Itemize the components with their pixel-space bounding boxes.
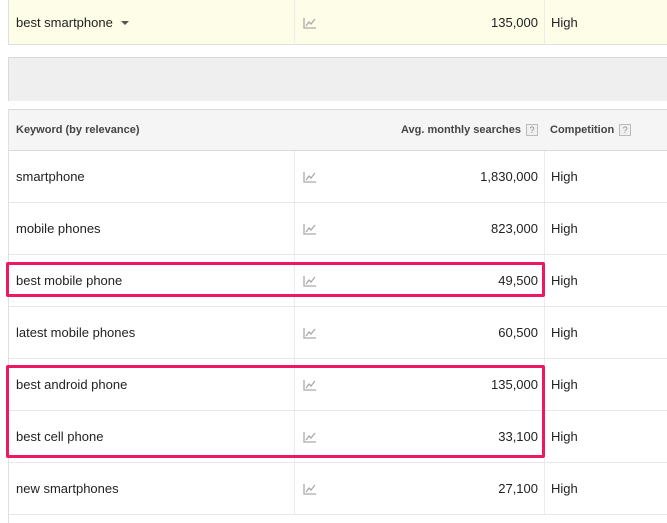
table-row: smartphone 1,830,000 High (9, 151, 667, 203)
header-keyword[interactable]: Keyword (by relevance) (9, 110, 294, 150)
avg-searches-cell: 49,500 (498, 273, 538, 288)
trend-chart-icon[interactable] (303, 275, 317, 287)
table-row: best android phone 135,000 High (9, 359, 667, 411)
avg-searches-cell: 27,100 (498, 481, 538, 496)
searched-keyword-content: best smartphone 135,000 High (9, 0, 667, 45)
keyword-cell[interactable]: smartphone (9, 151, 294, 202)
searched-competition-cell: High (544, 0, 667, 45)
trend-chart-icon[interactable] (303, 327, 317, 339)
caret-down-icon[interactable] (120, 20, 129, 25)
searched-keyword-text: best smartphone (16, 15, 113, 30)
searched-keyword-row: best smartphone 135,000 High (8, 0, 667, 45)
avg-searches-cell: 60,500 (498, 325, 538, 340)
avg-searches-cell: 135,000 (491, 377, 538, 392)
table-header: Keyword (by relevance) Avg. monthly sear… (9, 110, 667, 151)
keyword-cell[interactable]: mobile phones (9, 203, 294, 254)
help-icon[interactable]: ? (619, 124, 632, 136)
avg-searches-cell: 1,830,000 (480, 169, 538, 184)
header-avg[interactable]: Avg. monthly searches ? (369, 110, 544, 150)
avg-searches-cell: 823,000 (491, 221, 538, 236)
keyword-text: best android phone (16, 377, 128, 392)
keyword-text: latest mobile phones (16, 325, 136, 340)
keyword-text: best mobile phone (16, 273, 123, 288)
keyword-ideas-table: Keyword (by relevance) Avg. monthly sear… (8, 109, 667, 523)
keyword-cell[interactable]: latest mobile phones (9, 307, 294, 358)
table-row: latest mobile phones 60,500 High (9, 307, 667, 359)
competition-cell: High (544, 151, 667, 202)
competition-cell: High (544, 307, 667, 358)
section-divider (8, 57, 667, 101)
trend-chart-icon[interactable] (303, 379, 317, 391)
keyword-text: smartphone (16, 169, 85, 184)
competition-cell: High (544, 359, 667, 410)
keyword-text: new smartphones (16, 481, 119, 496)
searched-keyword-cell[interactable]: best smartphone (9, 0, 294, 45)
competition-cell: High (544, 463, 667, 514)
trend-chart-icon[interactable] (303, 171, 317, 183)
table-row: best mobile phone 49,500 High (9, 255, 667, 307)
keyword-cell[interactable]: best android phone (9, 359, 294, 410)
keyword-cell[interactable]: best cell phone (9, 411, 294, 462)
searched-trend-cell (294, 0, 369, 45)
keyword-cell[interactable]: best mobile phone (9, 255, 294, 306)
header-avg-label: Avg. monthly searches (400, 124, 521, 136)
header-keyword-label: Keyword (by relevance) (16, 124, 140, 136)
competition-cell: High (544, 255, 667, 306)
header-competition[interactable]: Competition ? (544, 110, 667, 150)
trend-chart-icon[interactable] (303, 483, 317, 495)
searched-avg-cell: 135,000 (491, 15, 538, 30)
table-row: mobile phones 823,000 High (9, 203, 667, 255)
competition-cell: High (544, 411, 667, 462)
header-competition-label: Competition (550, 124, 615, 136)
help-icon[interactable]: ? (526, 124, 538, 136)
competition-cell: High (544, 203, 667, 254)
trend-cell (294, 151, 369, 202)
table-row: best cell phone 33,100 High (9, 411, 667, 463)
trend-cell (294, 411, 369, 462)
trend-cell (294, 203, 369, 254)
trend-chart-icon[interactable] (303, 431, 317, 443)
avg-searches-cell: 33,100 (498, 429, 538, 444)
table-row: new smartphones 27,100 High (9, 463, 667, 515)
trend-cell (294, 307, 369, 358)
trend-chart-icon[interactable] (303, 223, 317, 235)
trend-chart-icon[interactable] (303, 17, 317, 29)
keyword-text: mobile phones (16, 221, 101, 236)
header-trend (294, 110, 369, 150)
trend-cell (294, 255, 369, 306)
trend-cell (294, 463, 369, 514)
keyword-text: best cell phone (16, 429, 104, 444)
trend-cell (294, 359, 369, 410)
keyword-cell[interactable]: new smartphones (9, 463, 294, 514)
